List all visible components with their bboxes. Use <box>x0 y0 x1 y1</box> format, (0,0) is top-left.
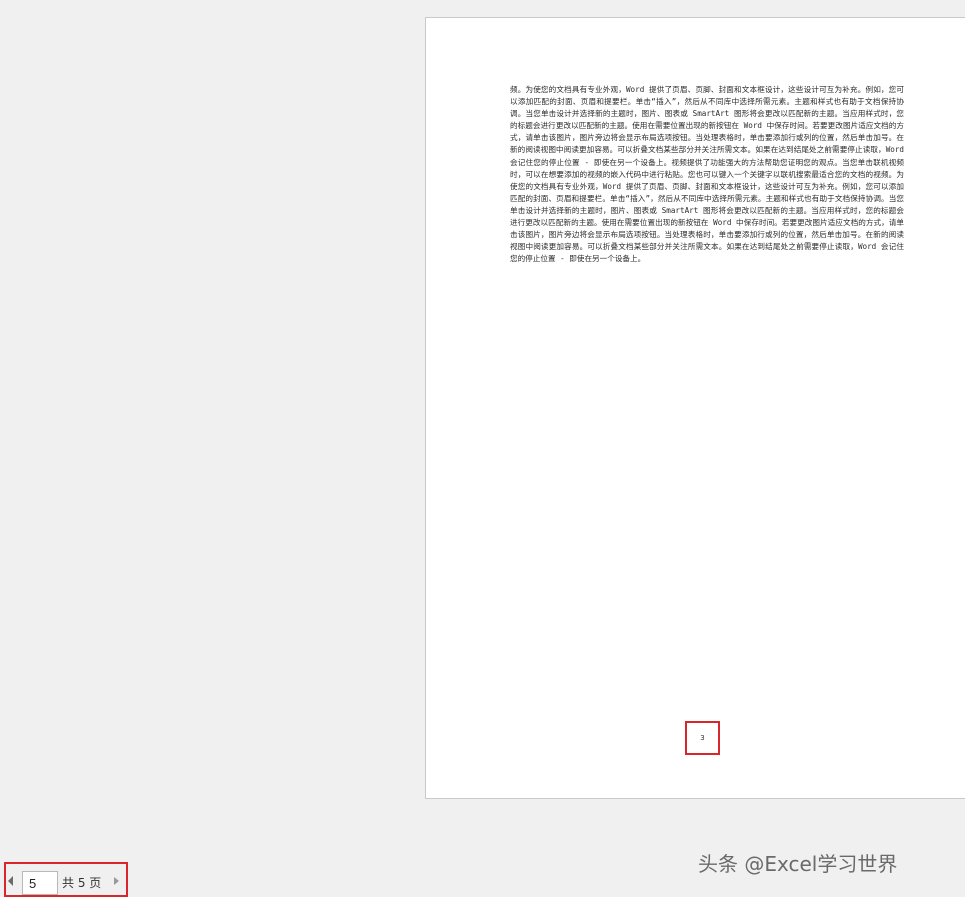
watermark-text: 头条 @Excel学习世界 <box>698 852 898 876</box>
previous-page-icon[interactable] <box>8 876 13 886</box>
current-page-input[interactable] <box>22 871 58 895</box>
total-pages-label: 共 5 页 <box>62 876 102 890</box>
print-preview-workspace: 频。为使您的文档具有专业外观，Word 提供了页眉、页脚、封面和文本框设计，这些… <box>0 0 965 897</box>
body-paragraph: 频。为使您的文档具有专业外观，Word 提供了页眉、页脚、封面和文本框设计，这些… <box>510 85 904 264</box>
page-number-highlight: 3 <box>685 721 720 755</box>
page-navigator: 共 5 页 <box>4 862 128 897</box>
page-number: 3 <box>700 734 705 742</box>
document-page: 频。为使您的文档具有专业外观，Word 提供了页眉、页脚、封面和文本框设计，这些… <box>425 17 965 799</box>
next-page-icon[interactable] <box>114 877 119 885</box>
